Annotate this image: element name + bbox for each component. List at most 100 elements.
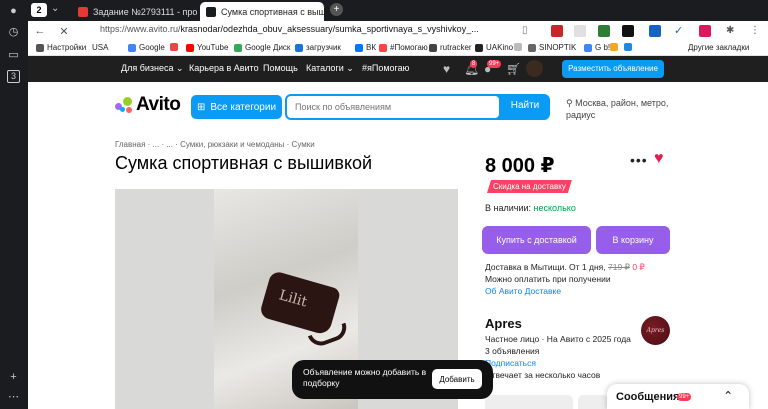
bookmark-icon[interactable]: ▯	[522, 25, 534, 37]
extension-3-icon[interactable]	[598, 25, 610, 37]
bookmark-label: Настройки	[47, 43, 87, 52]
extension-1-icon[interactable]	[551, 25, 563, 37]
post-ad-button[interactable]: Разместить объявление	[562, 60, 664, 78]
bookmark-item[interactable]: YouTube	[186, 43, 228, 52]
seller-name[interactable]: Apres	[485, 316, 522, 331]
downloader-icon	[295, 43, 303, 52]
menu-icon[interactable]: ⋮	[750, 25, 762, 37]
delivery-info: Доставка в Мытищи. От 1 дня, 719 ₽ 0 ₽ М…	[485, 261, 645, 297]
messages-widget[interactable]: Сообщения 99+ ⌄	[607, 384, 749, 409]
bookmark-item[interactable]: rutracker	[429, 43, 472, 52]
categories-label: Все категории	[210, 101, 277, 113]
pomogayu-icon	[379, 43, 387, 52]
extension-4-icon[interactable]	[622, 25, 634, 37]
delivery-line: Доставка в Мытищи. От 1 дня,	[485, 262, 606, 272]
extension-7-icon[interactable]	[699, 25, 711, 37]
page-title: Сумка спортивная с вышивкой	[115, 153, 373, 173]
add-to-collection-toast: Объявление можно добавить в подборку Доб…	[292, 360, 493, 399]
sidebar-settings-icon[interactable]: ⋯	[7, 391, 20, 404]
tab-counter[interactable]: 2	[31, 3, 47, 17]
bookmark-item[interactable]: загрузчик	[295, 43, 341, 52]
more-options-icon[interactable]: •••	[630, 152, 648, 168]
screen-icon[interactable]: ▭	[7, 49, 20, 62]
url-path: krasnodar/odezhda_obuv_aksessuary/sumka_…	[180, 24, 479, 34]
seller-listings[interactable]: 3 объявления	[485, 345, 631, 357]
search-button[interactable]: Найти	[503, 100, 547, 111]
contact-button-stub[interactable]	[485, 395, 573, 409]
extensions-icon[interactable]: ✱	[726, 25, 738, 37]
chevron-up-icon[interactable]: ⌄	[723, 388, 733, 402]
back-icon[interactable]: ←	[32, 25, 48, 37]
about-delivery-link[interactable]: Об Авито Доставке	[485, 286, 561, 296]
extension-2-icon[interactable]	[574, 25, 586, 37]
task-favicon-icon	[78, 6, 88, 17]
favorite-heart-icon[interactable]: ♥	[654, 150, 664, 168]
bookmark-item[interactable]	[624, 43, 635, 51]
user-avatar[interactable]	[526, 60, 543, 77]
bookmark-label: G b!	[595, 43, 611, 52]
header-link-career[interactable]: Карьера в Авито	[189, 63, 259, 73]
bookmark-item[interactable]	[514, 43, 525, 51]
new-tab-icon[interactable]: +	[330, 3, 343, 16]
bookmark-label: #Помогаю	[390, 43, 428, 52]
address-bar: ← ✕ https://www.avito.ru/krasnodar/odezh…	[28, 21, 768, 41]
contact-button-stub-2[interactable]	[578, 395, 608, 409]
url-prefix: https://www.avito.ru/	[100, 24, 181, 34]
extension-6-icon[interactable]: ✓	[674, 25, 686, 37]
bookmark-item[interactable]: Google Диск	[234, 43, 290, 52]
favorites-heart-icon[interactable]: ♥	[443, 62, 450, 76]
bookmark-item[interactable]: Другие закладки	[688, 43, 749, 52]
avito-logo[interactable]: Avito	[115, 94, 181, 116]
location-selector[interactable]: ⚲ Москва, район, метро, радиус	[566, 97, 676, 121]
delivery-old-price: 719 ₽	[608, 262, 630, 272]
buy-with-delivery-button[interactable]: Купить с доставкой	[482, 226, 591, 254]
header-link-label: Каталоги	[306, 63, 344, 73]
add-to-cart-button[interactable]: В корзину	[596, 226, 670, 254]
all-categories-button[interactable]: ⊞ Все категории	[191, 95, 282, 119]
panel-3-icon[interactable]: 3	[7, 70, 20, 83]
bookmark-item[interactable]	[610, 43, 621, 51]
bookmark-item[interactable]: ВК	[355, 43, 376, 52]
search-input[interactable]	[287, 96, 499, 118]
bookmark-label: Google	[139, 43, 165, 52]
url-field[interactable]: https://www.avito.ru/krasnodar/odezhda_o…	[100, 24, 479, 34]
bookmark-label: ВК	[366, 43, 376, 52]
cart-icon[interactable]: 🛒︎	[506, 62, 521, 76]
tab-title: Сумка спортивная с выш	[221, 6, 324, 17]
header-link-pomogayu[interactable]: #яПомогаю	[362, 63, 409, 73]
bookmark-item[interactable]: UAKino	[475, 43, 513, 52]
stop-icon[interactable]: ✕	[56, 25, 72, 38]
toast-add-button[interactable]: Добавить	[432, 369, 482, 389]
header-link-help[interactable]: Помощь	[263, 63, 298, 73]
breadcrumb[interactable]: Главная · ... · ... · Сумки, рюкзаки и ч…	[115, 140, 315, 149]
extension-5-icon[interactable]	[649, 25, 661, 37]
bookmark-label: Другие закладки	[688, 43, 750, 52]
history-icon[interactable]: ◷	[7, 26, 20, 39]
avito-favicon-icon	[206, 6, 216, 17]
browser-sidebar: ● ◷ ▭ 3 + ⋯	[0, 0, 28, 409]
bookmark-label: YouTube	[197, 43, 229, 52]
seller-info-line: Частное лицо · На Авито с 2025 года	[485, 334, 631, 344]
bookmark-item[interactable]: G b!	[584, 43, 610, 52]
add-panel-icon[interactable]: +	[7, 371, 20, 384]
location-pin-icon: ⚲	[566, 98, 573, 108]
bookmark-item[interactable]	[170, 43, 181, 51]
subscribe-link[interactable]: Подписаться	[485, 358, 536, 368]
header-link-business[interactable]: Для бизнеса ⌄	[121, 63, 184, 74]
grid-icon: ⊞	[196, 101, 206, 113]
stock-label: В наличии:	[485, 203, 532, 213]
tabs-dropdown-icon[interactable]: ⌄	[51, 3, 59, 14]
bookmark-item[interactable]: Google	[128, 43, 165, 52]
bookmark-item[interactable]: #Помогаю	[379, 43, 428, 52]
bookmark-item[interactable]: Настройки	[36, 43, 86, 52]
search-bar: Найти	[285, 94, 550, 120]
seller-avatar[interactable]: Apres	[641, 316, 670, 345]
tab-avito[interactable]: Сумка спортивная с выш ✕	[200, 2, 324, 21]
bookmark-item[interactable]: USA	[92, 43, 108, 52]
bookmark-label: SINOPTIK	[539, 43, 577, 52]
header-link-catalogs[interactable]: Каталоги ⌄	[306, 63, 354, 74]
profile-icon[interactable]: ●	[7, 5, 20, 18]
header-link-label: Для бизнеса	[121, 63, 174, 73]
bookmark-item[interactable]: SINOPTIK	[528, 43, 576, 52]
tab-task[interactable]: Задание №2793111 - про	[72, 2, 198, 21]
